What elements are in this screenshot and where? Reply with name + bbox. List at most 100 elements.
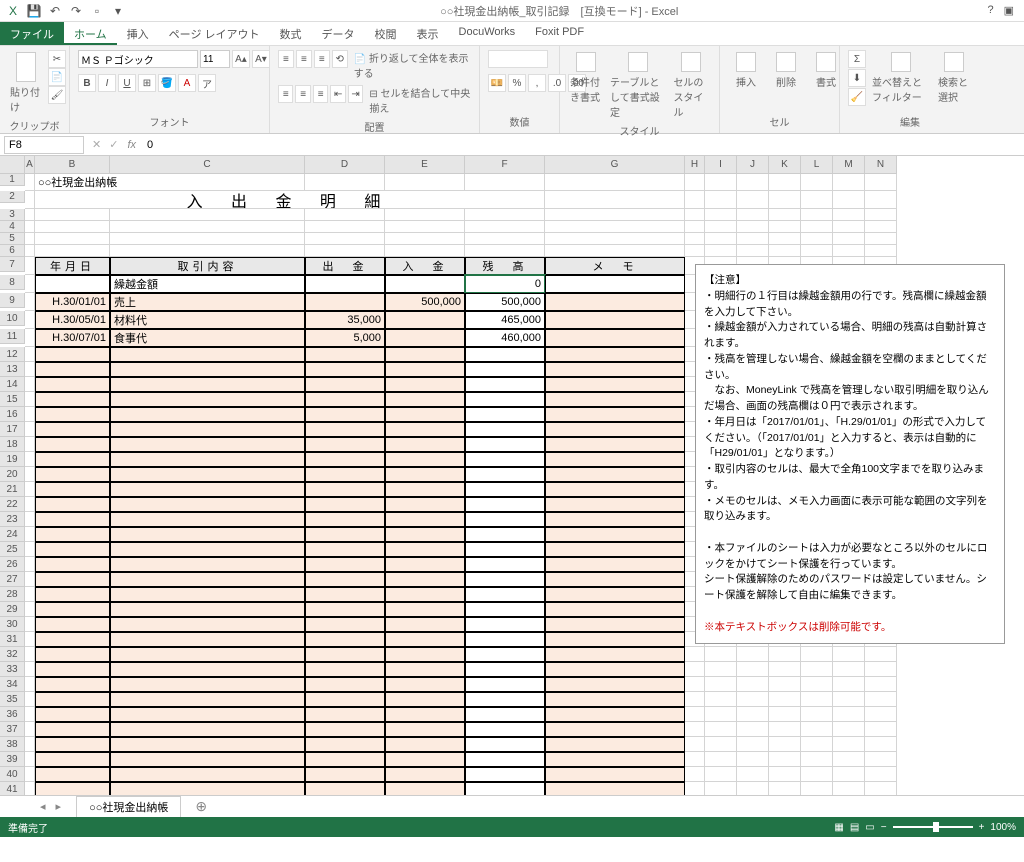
cell[interactable] — [737, 737, 769, 752]
cell[interactable] — [685, 233, 705, 245]
cell[interactable] — [705, 662, 737, 677]
cell[interactable] — [25, 191, 35, 209]
cell[interactable] — [465, 482, 545, 497]
cell[interactable] — [25, 692, 35, 707]
cell[interactable] — [801, 767, 833, 782]
cell[interactable] — [385, 377, 465, 392]
cell[interactable] — [465, 422, 545, 437]
cell[interactable] — [545, 209, 685, 221]
cell-in[interactable] — [385, 311, 465, 329]
cell[interactable] — [705, 737, 737, 752]
cell[interactable] — [865, 209, 897, 221]
cell[interactable] — [305, 512, 385, 527]
cell[interactable] — [865, 767, 897, 782]
cell[interactable] — [25, 707, 35, 722]
cell[interactable] — [833, 221, 865, 233]
cell[interactable] — [385, 632, 465, 647]
cell[interactable] — [35, 722, 110, 737]
align-middle-icon[interactable]: ≡ — [296, 50, 312, 68]
cell[interactable] — [769, 677, 801, 692]
cell[interactable] — [385, 422, 465, 437]
decrease-font-icon[interactable]: A▾ — [252, 50, 270, 68]
italic-icon[interactable]: I — [98, 74, 116, 92]
row-header-3[interactable]: 3 — [0, 209, 25, 221]
page-break-icon[interactable]: ▭ — [865, 822, 874, 833]
cell[interactable] — [305, 647, 385, 662]
cell[interactable] — [865, 677, 897, 692]
cell[interactable] — [25, 293, 35, 311]
cell-in[interactable]: 500,000 — [385, 293, 465, 311]
notes-textbox[interactable]: 【注意】・明細行の１行目は繰越金額用の行です。残高欄に繰越金額を入力して下さい。… — [695, 264, 1005, 644]
cell[interactable] — [545, 245, 685, 257]
cell[interactable] — [35, 482, 110, 497]
cell[interactable] — [25, 422, 35, 437]
row-header-40[interactable]: 40 — [0, 767, 25, 782]
cell[interactable] — [801, 245, 833, 257]
cell[interactable] — [769, 209, 801, 221]
cell[interactable] — [737, 662, 769, 677]
find-select-button[interactable]: 検索と選択 — [936, 50, 972, 106]
cell[interactable] — [465, 542, 545, 557]
tab-layout[interactable]: ページ レイアウト — [159, 22, 270, 45]
cell[interactable] — [705, 647, 737, 662]
cell[interactable] — [685, 647, 705, 662]
cell[interactable] — [35, 662, 110, 677]
cell[interactable] — [705, 191, 737, 209]
clear-icon[interactable]: 🧹 — [848, 88, 866, 106]
cell-out[interactable]: 35,000 — [305, 311, 385, 329]
cell[interactable] — [737, 174, 769, 191]
cell[interactable] — [385, 572, 465, 587]
cell[interactable] — [385, 467, 465, 482]
cell[interactable] — [465, 557, 545, 572]
row-header-27[interactable]: 27 — [0, 572, 25, 587]
cell[interactable] — [385, 437, 465, 452]
qat-dropdown-icon[interactable]: ▾ — [110, 3, 126, 19]
cell[interactable] — [25, 572, 35, 587]
cell[interactable] — [25, 275, 35, 293]
cell[interactable] — [385, 602, 465, 617]
cell[interactable] — [25, 617, 35, 632]
cell[interactable] — [833, 647, 865, 662]
cell[interactable] — [35, 377, 110, 392]
row-header-28[interactable]: 28 — [0, 587, 25, 602]
cell[interactable] — [465, 347, 545, 362]
tab-data[interactable]: データ — [312, 22, 365, 45]
cell[interactable] — [25, 602, 35, 617]
tab-nav-prev-icon[interactable]: ◂ — [40, 800, 46, 813]
cell[interactable] — [465, 617, 545, 632]
cell[interactable] — [110, 437, 305, 452]
tab-insert[interactable]: 挿入 — [117, 22, 159, 45]
cell[interactable] — [35, 512, 110, 527]
cell[interactable] — [685, 767, 705, 782]
col-header-G[interactable]: G — [545, 156, 685, 174]
cell[interactable] — [769, 221, 801, 233]
page-layout-icon[interactable]: ▤ — [850, 822, 859, 833]
cell[interactable] — [465, 782, 545, 795]
cell[interactable] — [737, 233, 769, 245]
cell[interactable] — [25, 677, 35, 692]
cell[interactable] — [737, 752, 769, 767]
align-right-icon[interactable]: ≡ — [313, 85, 328, 103]
col-header-I[interactable]: I — [705, 156, 737, 174]
align-left-icon[interactable]: ≡ — [278, 85, 293, 103]
align-center-icon[interactable]: ≡ — [295, 85, 310, 103]
zoom-in-icon[interactable]: + — [979, 822, 985, 833]
th-desc[interactable]: 取引内容 — [110, 257, 305, 275]
heading[interactable]: 入 出 金 明 細 — [35, 191, 545, 209]
row-header-18[interactable]: 18 — [0, 437, 25, 452]
row-header-4[interactable]: 4 — [0, 221, 25, 233]
cell[interactable] — [865, 722, 897, 737]
cell[interactable] — [110, 347, 305, 362]
th-bal[interactable]: 残 高 — [465, 257, 545, 275]
cell[interactable] — [110, 617, 305, 632]
cell[interactable] — [25, 647, 35, 662]
autosum-icon[interactable]: Σ — [848, 50, 866, 68]
cell[interactable] — [769, 662, 801, 677]
select-all-corner[interactable] — [0, 156, 25, 174]
cell[interactable] — [545, 707, 685, 722]
cell[interactable] — [305, 174, 385, 191]
cell[interactable] — [737, 245, 769, 257]
cell[interactable] — [685, 737, 705, 752]
cell[interactable] — [110, 692, 305, 707]
cell[interactable] — [110, 707, 305, 722]
